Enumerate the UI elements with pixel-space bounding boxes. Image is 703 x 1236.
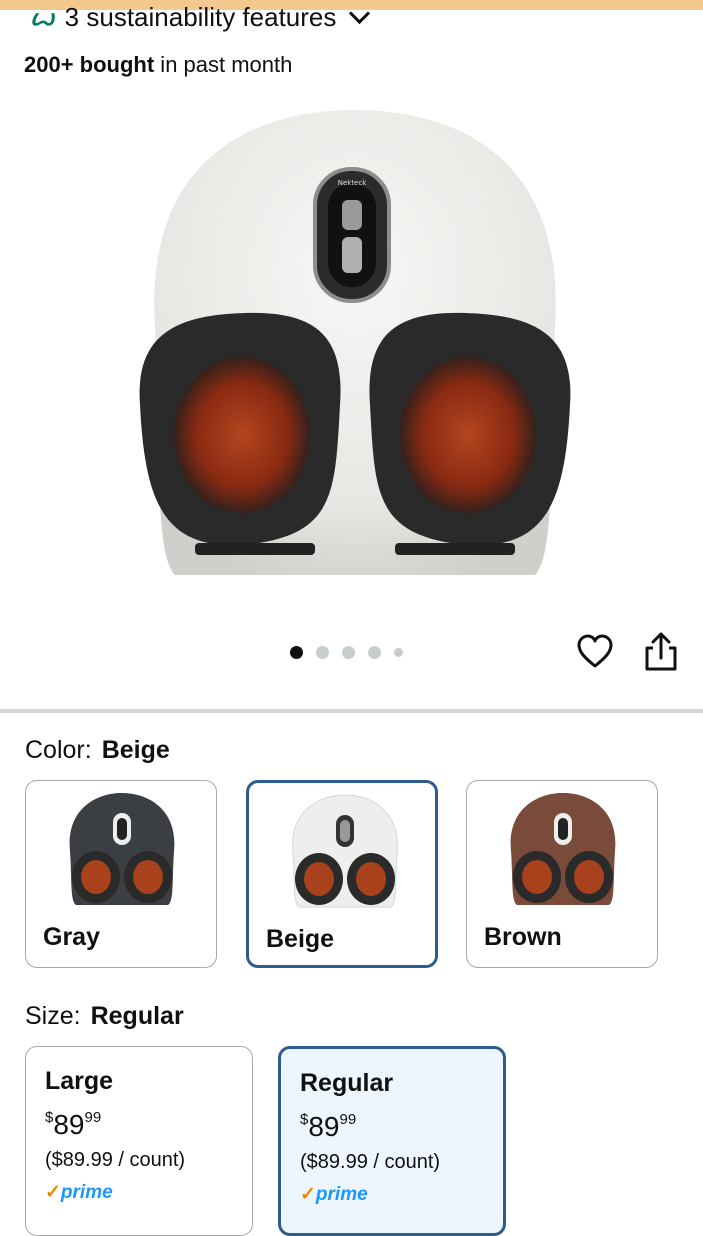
product-image[interactable]: Nekteck: [135, 105, 575, 585]
price-cents: 99: [84, 1109, 102, 1126]
bought-count-bold: 200+ bought: [24, 52, 155, 77]
color-option-brown[interactable]: Brown: [466, 780, 658, 968]
size-label-text: Size:: [25, 1002, 81, 1030]
size-option-label: Regular: [300, 1069, 394, 1097]
prime-badge: ✓prime: [45, 1181, 113, 1204]
size-option-unit-price: ($89.99 / count): [45, 1149, 186, 1171]
selected-size: Regular: [90, 1002, 184, 1030]
carousel-dots[interactable]: [290, 646, 403, 659]
chevron-down-icon: [349, 2, 371, 25]
bought-count: 200+ bought in past month: [24, 52, 292, 78]
size-option-label: Large: [45, 1067, 114, 1095]
carousel-dot-1[interactable]: [290, 646, 303, 659]
color-label: Color: Beige: [25, 736, 170, 765]
sustainability-label: 3 sustainability features: [64, 2, 337, 32]
leaf-icon: ꙍ: [30, 4, 55, 31]
color-label-text: Color:: [25, 736, 92, 764]
carousel-dot-4[interactable]: [368, 646, 381, 659]
color-option-gray[interactable]: Gray: [25, 780, 217, 968]
color-thumbnail-beige: [292, 794, 398, 908]
color-option-label: Beige: [266, 925, 335, 953]
color-option-label: Brown: [484, 923, 562, 951]
size-label: Size: Regular: [25, 1002, 184, 1031]
share-icon[interactable]: [643, 632, 679, 672]
carousel-dot-5[interactable]: [394, 648, 403, 657]
selected-color: Beige: [101, 736, 170, 764]
price-dollars: 89: [53, 1109, 85, 1140]
carousel-dot-3[interactable]: [342, 646, 355, 659]
carousel-dot-2[interactable]: [316, 646, 329, 659]
price-cents: 99: [339, 1111, 357, 1128]
prime-check-icon: ✓: [300, 1184, 316, 1205]
heart-icon[interactable]: [577, 634, 613, 670]
size-option-unit-price: ($89.99 / count): [300, 1151, 441, 1173]
prime-text: prime: [315, 1184, 368, 1205]
size-option-regular[interactable]: Regular $8999 ($89.99 / count) ✓prime: [278, 1046, 506, 1236]
price-dollars: 89: [308, 1111, 340, 1142]
color-option-beige[interactable]: Beige: [246, 780, 438, 968]
size-option-price: $8999: [45, 1109, 101, 1141]
color-thumbnail-gray: [69, 793, 175, 905]
size-option-large[interactable]: Large $8999 ($89.99 / count) ✓prime: [25, 1046, 253, 1236]
color-option-label: Gray: [43, 923, 100, 951]
section-divider: [0, 709, 703, 713]
device-brand: Nekteck: [338, 179, 367, 187]
prime-badge: ✓prime: [300, 1183, 368, 1206]
sustainability-features-link[interactable]: ꙍ 3 sustainability features: [30, 2, 371, 33]
bought-count-rest: in past month: [154, 52, 293, 77]
size-option-price: $8999: [300, 1111, 356, 1143]
color-thumbnail-brown: [510, 793, 616, 905]
